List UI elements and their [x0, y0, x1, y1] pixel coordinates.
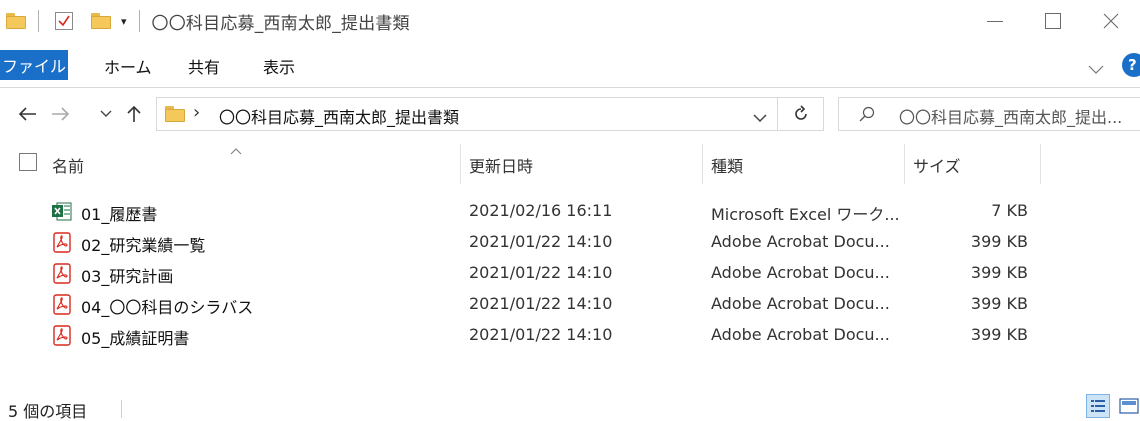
folder-icon — [6, 13, 26, 29]
column-header: 名前 更新日時 種類 サイズ — [0, 140, 1140, 186]
file-row[interactable]: 04_〇〇科目のシラバス 2021/01/22 14:10 Adobe Acro… — [0, 289, 1140, 321]
pdf-icon — [52, 232, 72, 253]
column-divider[interactable] — [702, 144, 703, 184]
file-modified: 2021/01/22 14:10 — [469, 263, 613, 282]
search-placeholder: 〇〇科目応募_西南太郎_提出... — [899, 108, 1123, 127]
file-name[interactable]: 05_成績証明書 — [81, 325, 189, 349]
file-size: 399 KB — [970, 263, 1028, 282]
file-type: Adobe Acrobat Docu... — [711, 325, 890, 344]
forward-button[interactable] — [48, 100, 74, 128]
tab-share[interactable]: 共有 — [188, 54, 220, 78]
properties-check-icon[interactable] — [55, 12, 73, 30]
search-icon — [859, 106, 875, 126]
file-size: 399 KB — [970, 325, 1028, 344]
file-type: Adobe Acrobat Docu... — [711, 294, 890, 313]
ribbon: ファイル ホーム 共有 表示 ? — [0, 42, 1140, 88]
title-bar: ▾ 〇〇科目応募_西南太郎_提出書類 — [0, 0, 1140, 42]
tab-file[interactable]: ファイル — [0, 50, 68, 80]
search-box[interactable]: 〇〇科目応募_西南太郎_提出... — [838, 97, 1140, 131]
details-view-icon[interactable] — [1086, 394, 1110, 418]
file-name[interactable]: 04_〇〇科目のシラバス — [81, 294, 253, 318]
tab-home[interactable]: ホーム — [104, 54, 152, 78]
column-modified[interactable]: 更新日時 — [469, 153, 533, 177]
up-button[interactable] — [122, 100, 146, 128]
back-button[interactable] — [14, 100, 40, 128]
item-count: 5 個の項目 — [8, 402, 88, 421]
file-row[interactable]: 03_研究計画 2021/01/22 14:10 Adobe Acrobat D… — [0, 258, 1140, 290]
new-folder-icon[interactable] — [91, 13, 111, 29]
folder-icon — [165, 106, 185, 122]
refresh-button[interactable] — [778, 97, 824, 131]
file-size: 7 KB — [991, 201, 1028, 220]
window-title: 〇〇科目応募_西南太郎_提出書類 — [151, 13, 410, 34]
file-modified: 2021/02/16 16:11 — [469, 201, 613, 220]
help-icon[interactable]: ? — [1122, 53, 1140, 77]
status-bar: 5 個の項目 — [0, 392, 1140, 421]
address-bar[interactable]: › 〇〇科目応募_西南太郎_提出書類 — [156, 97, 778, 131]
file-name[interactable]: 01_履歴書 — [81, 201, 157, 225]
status-separator — [121, 400, 122, 418]
file-modified: 2021/01/22 14:10 — [469, 232, 613, 251]
file-name[interactable]: 02_研究業績一覧 — [81, 232, 205, 256]
customize-toolbar-dropdown-icon[interactable]: ▾ — [121, 15, 127, 28]
column-divider[interactable] — [1040, 144, 1041, 184]
file-type: Microsoft Excel ワーク... — [711, 205, 900, 224]
excel-icon — [52, 201, 72, 222]
file-row[interactable]: 01_履歴書 2021/02/16 16:11 Microsoft Excel … — [0, 196, 1140, 228]
address-dropdown-icon[interactable] — [753, 108, 767, 127]
select-all-checkbox[interactable] — [19, 153, 37, 171]
file-size: 399 KB — [970, 232, 1028, 251]
quick-access-toolbar: ▾ — [0, 0, 152, 42]
pdf-icon — [52, 325, 72, 346]
file-row[interactable]: 05_成績証明書 2021/01/22 14:10 Adobe Acrobat … — [0, 320, 1140, 352]
title-separator — [138, 10, 140, 32]
maximize-button[interactable] — [1024, 0, 1082, 42]
file-type: Adobe Acrobat Docu... — [711, 263, 890, 282]
column-type[interactable]: 種類 — [711, 153, 743, 177]
file-row[interactable]: 02_研究業績一覧 2021/01/22 14:10 Adobe Acrobat… — [0, 227, 1140, 259]
sort-ascending-icon — [230, 140, 242, 159]
column-divider[interactable] — [460, 144, 461, 184]
tab-view[interactable]: 表示 — [263, 54, 295, 78]
column-size[interactable]: サイズ — [913, 153, 961, 177]
column-divider[interactable] — [904, 144, 905, 184]
file-modified: 2021/01/22 14:10 — [469, 294, 613, 313]
recent-locations-chevron-icon[interactable] — [98, 100, 114, 128]
pdf-icon — [52, 263, 72, 284]
file-size: 399 KB — [970, 294, 1028, 313]
title-separator — [38, 10, 39, 32]
expand-ribbon-chevron-icon[interactable] — [1088, 60, 1104, 79]
breadcrumb-chevron-icon[interactable]: › — [193, 102, 200, 123]
close-button[interactable] — [1082, 0, 1140, 42]
file-name[interactable]: 03_研究計画 — [81, 263, 173, 287]
breadcrumb-current-folder[interactable]: 〇〇科目応募_西南太郎_提出書類 — [219, 104, 459, 128]
window-controls — [966, 0, 1140, 42]
navigation-bar: › 〇〇科目応募_西南太郎_提出書類 〇〇科目応募_西南太郎_提出... — [0, 88, 1140, 140]
large-icons-view-icon[interactable] — [1118, 396, 1140, 416]
minimize-button[interactable] — [966, 0, 1024, 42]
file-modified: 2021/01/22 14:10 — [469, 325, 613, 344]
pdf-icon — [52, 294, 72, 315]
file-type: Adobe Acrobat Docu... — [711, 232, 890, 251]
column-name[interactable]: 名前 — [52, 153, 84, 177]
